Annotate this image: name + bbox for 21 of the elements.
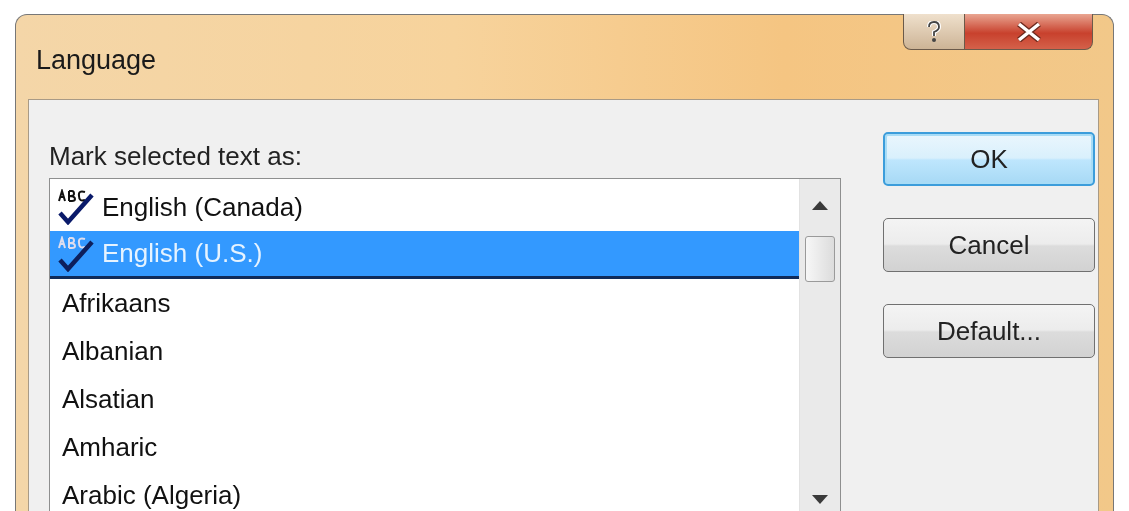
language-list-item[interactable]: Afrikaans <box>50 279 799 327</box>
language-list-item[interactable]: Alsatian <box>50 375 799 423</box>
scrollbar-thumb[interactable] <box>805 236 835 282</box>
spellcheck-icon <box>56 189 96 225</box>
close-icon <box>1015 21 1042 42</box>
language-list-item[interactable]: Arabic (Algeria) <box>50 471 799 511</box>
scrollbar[interactable] <box>799 179 840 511</box>
list-label: Mark selected text as: <box>49 140 303 172</box>
dialog-button[interactable]: Default... <box>883 304 1095 358</box>
dialog-button[interactable]: Cancel <box>883 218 1095 272</box>
close-button[interactable] <box>965 14 1093 50</box>
window-title: Language <box>36 45 158 76</box>
help-button[interactable] <box>903 14 965 50</box>
language-list-item[interactable]: English (Canada) <box>50 183 799 231</box>
language-list-item[interactable]: Amharic <box>50 423 799 471</box>
question-mark-icon <box>926 20 942 43</box>
language-list-item[interactable]: Albanian <box>50 327 799 375</box>
spellcheck-icon <box>56 235 96 272</box>
scroll-up-arrow-icon[interactable] <box>812 201 828 210</box>
dialog-button[interactable]: OK <box>883 132 1095 186</box>
scroll-down-arrow-icon[interactable] <box>812 495 828 504</box>
